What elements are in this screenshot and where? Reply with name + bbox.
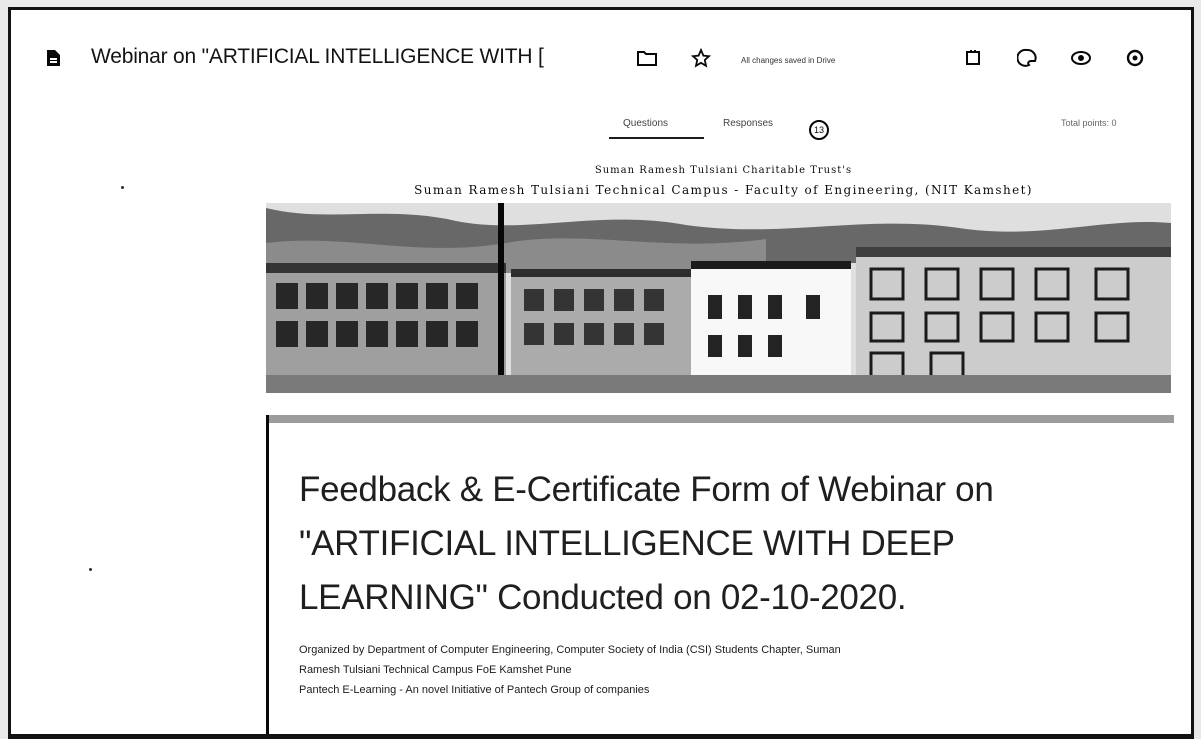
trust-name: Suman Ramesh Tulsiani Charitable Trust's [594,165,853,176]
folder-icon[interactable] [635,46,659,70]
star-icon[interactable] [689,46,713,70]
card-accent-bar [269,415,1174,423]
preview-eye-icon[interactable] [1069,46,1093,70]
form-header-image: Suman Ramesh Tulsiani Charitable Trust's… [266,157,1181,397]
description-line: Pantech E-Learning - An novel Initiative… [299,684,650,696]
description-line: Organized by Department of Computer Engi… [299,644,841,656]
stray-dot [121,186,124,189]
save-status: All changes saved in Drive [741,56,836,65]
settings-icon[interactable] [1123,46,1147,70]
form-description[interactable]: Organized by Department of Computer Engi… [299,640,1169,700]
form-title[interactable]: Feedback & E-Certificate Form of Webinar… [299,463,1149,625]
description-line: Ramesh Tulsiani Technical Campus FoE Kam… [299,664,572,676]
active-tab-indicator [609,137,704,139]
campus-building-photo [266,203,1171,393]
form-header-card[interactable]: Feedback & E-Certificate Form of Webinar… [266,415,1174,734]
document-title[interactable]: Webinar on "ARTIFICIAL INTELLIGENCE WITH… [91,45,636,69]
palette-icon[interactable] [1015,46,1039,70]
total-points: Total points: 0 [1061,118,1117,128]
addon-icon[interactable] [961,46,985,70]
tab-questions[interactable]: Questions [623,118,668,129]
responses-count-badge: 13 [809,120,829,140]
screenshot-frame: Webinar on "ARTIFICIAL INTELLIGENCE WITH… [8,7,1194,739]
document-icon[interactable] [47,50,60,66]
forms-top-bar: Webinar on "ARTIFICIAL INTELLIGENCE WITH… [11,10,1191,140]
campus-name: Suman Ramesh Tulsiani Technical Campus -… [414,183,1033,197]
stray-dot [89,568,92,571]
tab-responses[interactable]: Responses [723,118,773,129]
